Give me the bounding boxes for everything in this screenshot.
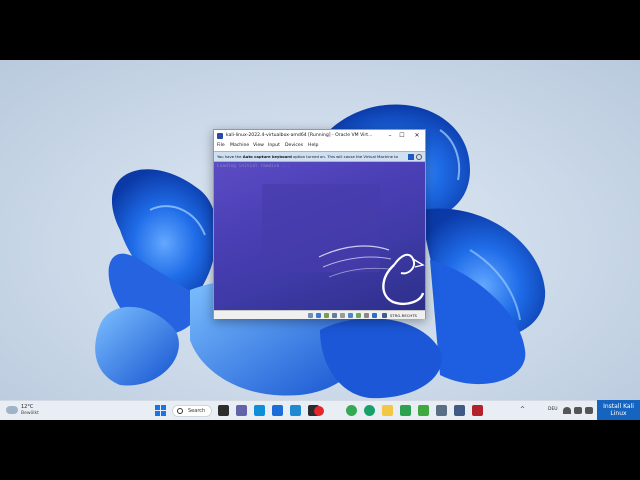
virtualbox-app-icon [217, 133, 223, 139]
vm-window-title: kali-linux-2022.4-virtualbox-amd64 [Runn… [226, 133, 373, 138]
opera-icon[interactable] [314, 406, 324, 416]
language-indicator[interactable]: DEU [548, 407, 558, 412]
wifi-icon[interactable] [563, 407, 571, 414]
network-status-icon[interactable] [332, 313, 337, 318]
notice-prefix: You have the [217, 154, 243, 159]
letterbox-top [0, 0, 640, 60]
cpu-status-icon[interactable] [372, 313, 377, 318]
search-icon [177, 408, 183, 414]
notice-message: You have the Auto capture keyboard optio… [217, 154, 398, 159]
menu-help[interactable]: Help [308, 143, 318, 148]
store-icon[interactable] [272, 405, 283, 416]
boot-text: Loading initial ramdisk ... [217, 164, 291, 169]
audio-status-icon[interactable] [324, 313, 329, 318]
folder-icon[interactable] [382, 405, 393, 416]
virtualbox-vm-window[interactable]: kali-linux-2022.4-virtualbox-amd64 [Runn… [213, 129, 426, 319]
notice-suffix: option turned on. This will cause the Vi… [291, 154, 398, 159]
notice-info-icon[interactable] [408, 154, 414, 160]
virtualbox-vm-icon[interactable] [472, 405, 483, 416]
menu-view[interactable]: View [253, 143, 264, 148]
cloud-icon [6, 406, 18, 414]
edge-icon[interactable] [254, 405, 265, 416]
menu-machine[interactable]: Machine [230, 143, 249, 148]
edge-dev-icon[interactable] [364, 405, 375, 416]
vm-display[interactable]: Loading initial ramdisk ... [214, 162, 425, 310]
kali-dragon-logo [318, 245, 425, 306]
shared-folders-status-icon[interactable] [348, 313, 353, 318]
maximize-button[interactable]: ☐ [397, 132, 407, 140]
close-button[interactable]: ✕ [412, 132, 422, 140]
vscode-icon[interactable] [290, 405, 301, 416]
windows-start-icon[interactable] [155, 405, 166, 416]
speaker-icon[interactable] [574, 407, 582, 414]
weather-temperature: 12°C [21, 404, 34, 410]
virtualbox-manager-icon[interactable] [454, 405, 465, 416]
notice-bold: Auto capture keyboard [242, 154, 292, 159]
teams-icon[interactable] [236, 405, 247, 416]
install-kali-linux-button[interactable]: Install Kali Linux [597, 400, 640, 420]
weather-condition: Bewölkt [21, 411, 39, 416]
menu-devices[interactable]: Devices [285, 143, 303, 148]
minimize-button[interactable]: – [385, 132, 395, 140]
battery-icon[interactable] [585, 407, 593, 414]
ccleaner-icon[interactable] [400, 405, 411, 416]
greenshot-icon[interactable] [418, 405, 429, 416]
taskbar-search[interactable]: Search [172, 405, 212, 417]
host-key-label: STRG-RECHTS [390, 313, 417, 318]
hdd-status-icon[interactable] [308, 313, 313, 318]
tray-overflow-arrow[interactable]: ^ [520, 406, 525, 413]
keyboard-capture-icon[interactable] [382, 313, 387, 318]
weather-widget[interactable]: 12°C Bewölkt [6, 403, 46, 419]
menu-input[interactable]: Input [268, 143, 280, 148]
settings-icon[interactable] [436, 405, 447, 416]
vm-menu-bar: File Machine View Input Devices Help [214, 142, 425, 151]
usb-status-icon[interactable] [340, 313, 345, 318]
optical-status-icon[interactable] [316, 313, 321, 318]
display-status-icon[interactable] [356, 313, 361, 318]
recording-status-icon[interactable] [364, 313, 369, 318]
taskbar: 12°C Bewölkt Search ^ DEU [0, 400, 640, 420]
vm-title-bar[interactable]: kali-linux-2022.4-virtualbox-amd64 [Runn… [214, 130, 425, 142]
notice-close-icon[interactable] [416, 154, 422, 160]
chrome-icon[interactable] [346, 405, 357, 416]
auto-capture-notice: You have the Auto capture keyboard optio… [214, 151, 425, 162]
letterbox-bottom [0, 420, 640, 480]
vm-status-bar: STRG-RECHTS [214, 310, 425, 319]
menu-file[interactable]: File [217, 143, 225, 148]
search-label: Search [188, 408, 206, 414]
task-view-icon[interactable] [218, 405, 229, 416]
